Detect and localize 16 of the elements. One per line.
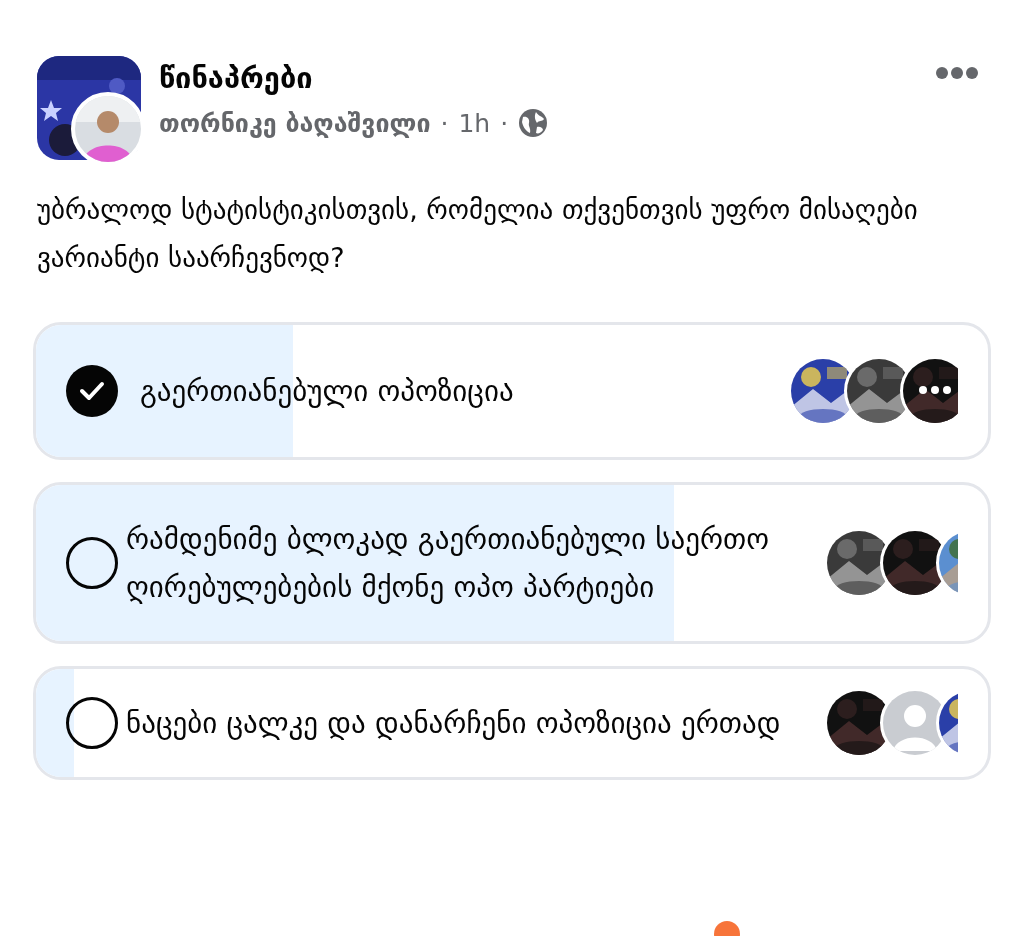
poll-question: უბრალოდ სტატისტიკისთვის, რომელია თქვენთვის უფრო მისაღები ვარიანტი საარჩევნოდ?	[36, 193, 919, 275]
poll-option[interactable]: ნაცები ცალკე და დანარჩენი ოპოზიცია ერთად	[33, 666, 991, 780]
option-label: ნაცები ცალკე და დანარჩენი ოპოზიცია ერთად	[125, 705, 782, 742]
separator: ·	[500, 108, 509, 138]
more-options-icon[interactable]	[935, 66, 979, 80]
author-name[interactable]: თორნიკე ბაღაშვილი	[159, 108, 431, 138]
option-label: რამდენიმე ბლოკად გაერთიანებული საერთო ღირებულებების მქონე ოპო პარტიები	[125, 521, 770, 606]
separator: ·	[440, 108, 449, 138]
globe-icon	[518, 108, 549, 138]
radio-button[interactable]	[66, 537, 118, 589]
post-time[interactable]: 1h	[458, 108, 491, 138]
option-label: გაერთიანებული ოპოზიცია	[139, 373, 515, 410]
radio-button[interactable]	[66, 697, 118, 749]
more-voters-icon[interactable]	[917, 385, 953, 395]
group-name[interactable]: წინაპრები	[159, 58, 917, 98]
poll-option[interactable]: გაერთიანებული ოპოზიცია	[33, 322, 991, 460]
